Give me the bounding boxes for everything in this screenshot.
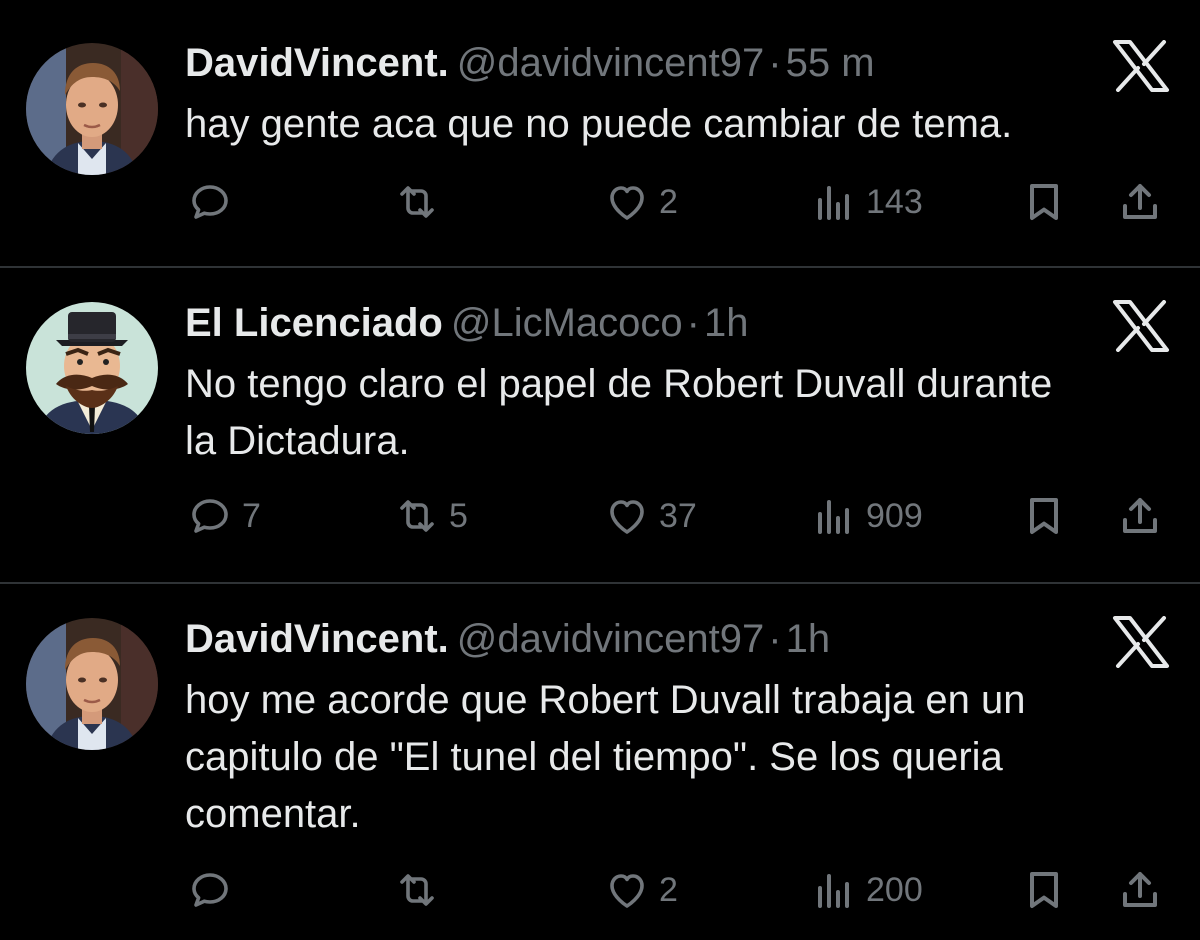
repost-count: 5 (449, 496, 468, 535)
share-icon (1116, 866, 1164, 914)
x-logo-icon[interactable] (1112, 40, 1170, 92)
tweet-header: DavidVincent. @davidvincent97 · 55 m (185, 39, 875, 87)
reply-icon (186, 178, 234, 226)
avatar[interactable] (26, 43, 158, 175)
user-handle[interactable]: @davidvincent97 (457, 41, 764, 85)
views-icon (810, 866, 858, 914)
x-logo-icon[interactable] (1112, 300, 1170, 352)
share-button[interactable] (1116, 486, 1164, 546)
reply-icon (186, 866, 234, 914)
separator-dot: · (686, 301, 700, 345)
views-count: 143 (866, 182, 923, 221)
repost-icon (393, 492, 441, 540)
tweet-actions: 2 200 (0, 860, 1200, 920)
tweet-header: El Licenciado @LicMacoco · 1h (185, 299, 748, 347)
avatar[interactable] (26, 302, 158, 434)
tweet-text: hay gente aca que no puede cambiar de te… (185, 102, 1013, 146)
repost-button[interactable] (393, 860, 449, 920)
bookmark-button[interactable] (1020, 486, 1068, 546)
reply-button[interactable] (186, 172, 242, 232)
tweet-actions: 2 143 (0, 172, 1200, 232)
share-button[interactable] (1116, 860, 1164, 920)
share-icon (1116, 492, 1164, 540)
like-count: 37 (659, 496, 697, 535)
views-count: 909 (866, 496, 923, 535)
reply-button[interactable]: 7 (186, 486, 261, 546)
like-button[interactable]: 2 (603, 172, 678, 232)
like-button[interactable]: 2 (603, 860, 678, 920)
tweet[interactable]: DavidVincent. @davidvincent97 · 1h hoy me a… (0, 584, 1200, 940)
timestamp[interactable]: 1h (704, 301, 749, 345)
views-button[interactable]: 909 (810, 486, 923, 546)
tweet-text: hoy me acorde que Robert Duvall trabaja … (185, 678, 1026, 836)
views-icon (810, 492, 858, 540)
share-button[interactable] (1116, 172, 1164, 232)
man-portrait-avatar-icon (26, 43, 158, 175)
repost-button[interactable]: 5 (393, 486, 468, 546)
x-logo-icon[interactable] (1112, 616, 1170, 668)
like-button[interactable]: 37 (603, 486, 697, 546)
user-handle[interactable]: @davidvincent97 (457, 617, 764, 661)
tweet[interactable]: El Licenciado @LicMacoco · 1h No tengo clar… (0, 268, 1200, 582)
bookmark-icon (1020, 866, 1068, 914)
reply-count: 7 (242, 496, 261, 535)
bookmark-icon (1020, 492, 1068, 540)
like-icon (603, 492, 651, 540)
man-portrait-avatar-icon (26, 618, 158, 750)
separator-dot: · (768, 41, 782, 85)
bookmark-button[interactable] (1020, 172, 1068, 232)
repost-icon (393, 866, 441, 914)
display-name[interactable]: DavidVincent. (185, 41, 449, 85)
like-count: 2 (659, 182, 678, 221)
repost-button[interactable] (393, 172, 449, 232)
views-button[interactable]: 200 (810, 860, 923, 920)
tweet[interactable]: DavidVincent. @davidvincent97 · 55 m hay ge… (0, 0, 1200, 266)
bookmark-button[interactable] (1020, 860, 1068, 920)
tweet-header: DavidVincent. @davidvincent97 · 1h (185, 615, 830, 663)
user-handle[interactable]: @LicMacoco (451, 301, 683, 345)
display-name[interactable]: El Licenciado (185, 301, 443, 345)
avatar[interactable] (26, 618, 158, 750)
like-count: 2 (659, 870, 678, 909)
timestamp[interactable]: 1h (786, 617, 831, 661)
like-icon (603, 178, 651, 226)
repost-icon (393, 178, 441, 226)
views-count: 200 (866, 870, 923, 909)
tweet-actions: 7 5 37 909 (0, 486, 1200, 546)
timestamp[interactable]: 55 m (786, 41, 875, 85)
share-icon (1116, 178, 1164, 226)
display-name[interactable]: DavidVincent. (185, 617, 449, 661)
mustached-man-cartoon-avatar-icon (26, 302, 158, 434)
bookmark-icon (1020, 178, 1068, 226)
views-icon (810, 178, 858, 226)
like-icon (603, 866, 651, 914)
reply-icon (186, 492, 234, 540)
separator-dot: · (768, 617, 782, 661)
views-button[interactable]: 143 (810, 172, 923, 232)
tweet-text: No tengo claro el papel de Robert Duvall… (185, 362, 1053, 463)
reply-button[interactable] (186, 860, 242, 920)
